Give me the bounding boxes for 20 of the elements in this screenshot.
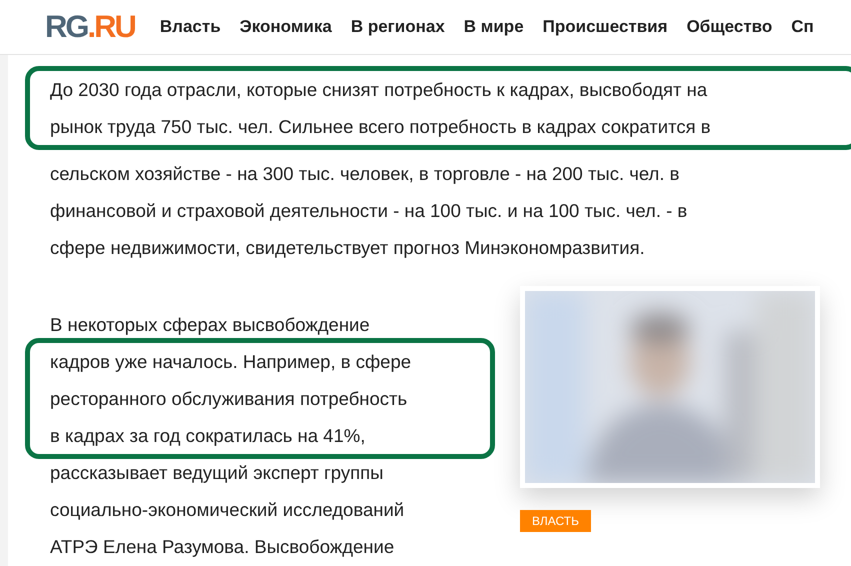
paragraph-line: В некоторых сферах высвобождение bbox=[50, 313, 371, 337]
paragraph-line: До 2030 года отрасли, которые снизят потребность к кадрах, высвободят на bbox=[50, 78, 708, 102]
site-logo[interactable]: RG.RU bbox=[45, 9, 135, 45]
paragraph-line: финансовой и страховой деятельности - на 100 тыс. и на 100 тыс. чел. - в bbox=[50, 199, 688, 223]
paragraph-line: в кадрах за год сократилась на 41%, bbox=[50, 424, 366, 448]
paragraph-line: рынок труда 750 тыс. чел. Сильнее всего потребность в кадрах сократится в bbox=[50, 115, 712, 139]
paragraph-line: сельском хозяйстве - на 300 тыс. человек, в торговле - на 200 тыс. чел. в bbox=[50, 162, 680, 186]
nav-link[interactable]: Сп bbox=[791, 17, 814, 37]
nav-link[interactable]: Власть bbox=[160, 17, 221, 37]
nav-link[interactable]: Экономика bbox=[240, 17, 332, 37]
paragraph-line: сфере недвижимости, свидетельствует прогноз Минэкономразвития. bbox=[50, 236, 646, 260]
nav-link[interactable]: В мире bbox=[464, 17, 524, 37]
paragraph-line: кадров уже началось. Например, в сфере bbox=[50, 350, 412, 374]
nav-link[interactable]: В регионах bbox=[350, 17, 445, 37]
paragraph-line: социально-экономический исследований bbox=[50, 498, 406, 522]
nav-link[interactable]: Общество bbox=[686, 17, 772, 37]
paragraph-line: рассказывает ведущий эксперт группы bbox=[50, 461, 384, 485]
paragraph-line: АТРЭ Елена Разумова. Высвобождение bbox=[50, 535, 396, 559]
nav-link[interactable]: Происшествия bbox=[542, 17, 668, 37]
paragraph-line: ресторанного обслуживания потребность bbox=[50, 387, 408, 411]
